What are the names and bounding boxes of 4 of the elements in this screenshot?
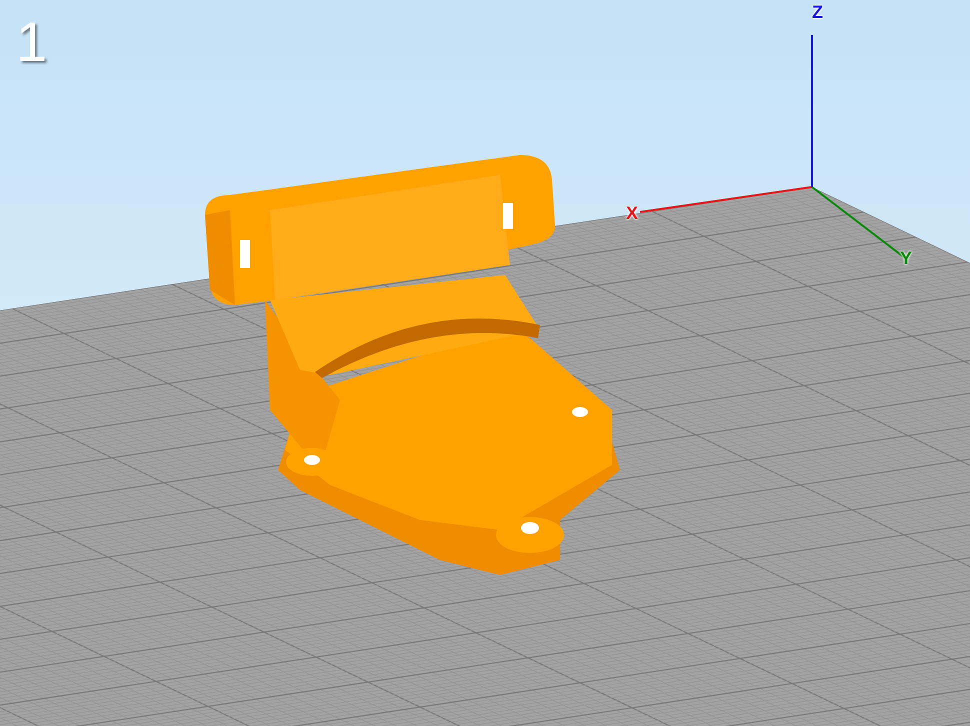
- view-number: 1: [16, 14, 48, 70]
- axis-label: X: [626, 204, 638, 222]
- axis-label: Y: [900, 249, 912, 267]
- axis-label: Z: [812, 3, 823, 21]
